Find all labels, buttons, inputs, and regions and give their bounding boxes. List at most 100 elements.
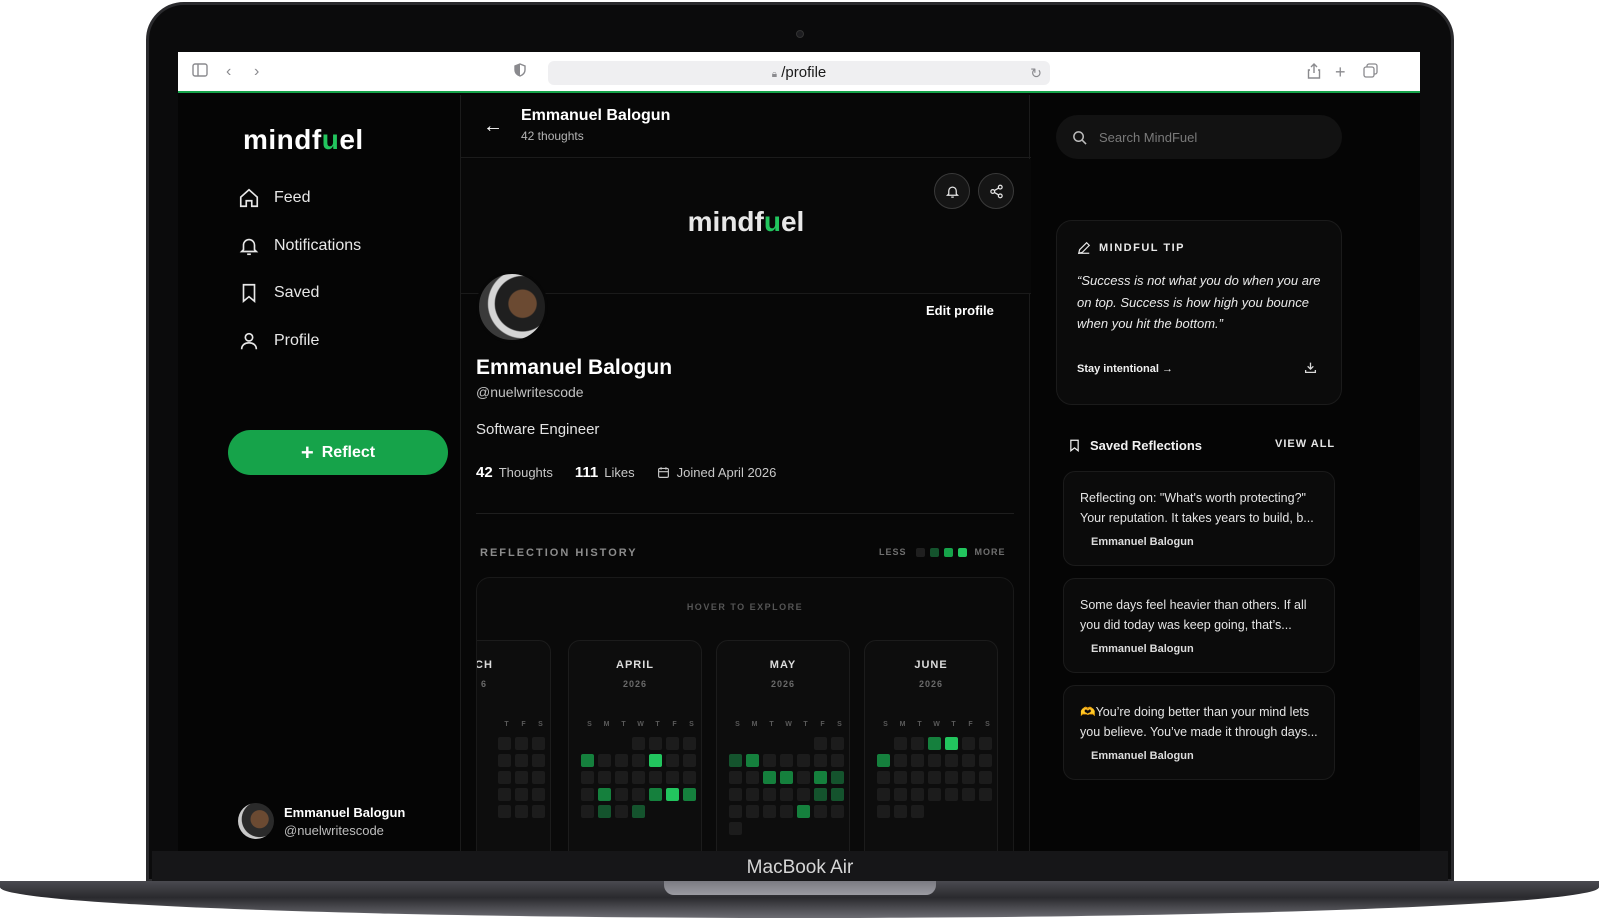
stay-intentional-link[interactable]: Stay intentional →: [1077, 363, 1173, 375]
day-cell[interactable]: [831, 737, 844, 750]
reflection-heatmap[interactable]: HOVER TO EXPLORE CH 6 T F S APRIL 2026 S M T W T F S M…: [476, 577, 1014, 852]
day-cell[interactable]: [746, 788, 759, 801]
day-cell[interactable]: [666, 754, 679, 767]
saved-reflection-card[interactable]: 🫶You’re doing better than your mind lets…: [1063, 685, 1335, 780]
sidebar-user-card[interactable]: Emmanuel Balogun @nuelwritescode: [238, 803, 405, 839]
day-cell[interactable]: [877, 788, 890, 801]
day-cell[interactable]: [780, 788, 793, 801]
view-all-button[interactable]: VIEW ALL: [1275, 438, 1335, 450]
shield-icon[interactable]: [514, 63, 526, 82]
day-cell[interactable]: [729, 805, 742, 818]
day-cell[interactable]: [945, 754, 958, 767]
day-cell[interactable]: [831, 805, 844, 818]
new-tab-icon[interactable]: +: [1335, 63, 1346, 81]
day-cell[interactable]: [763, 788, 776, 801]
day-cell[interactable]: [615, 754, 628, 767]
day-cell[interactable]: [911, 754, 924, 767]
day-cell[interactable]: [515, 737, 528, 750]
day-cell[interactable]: [797, 805, 810, 818]
day-cell[interactable]: [894, 788, 907, 801]
day-cell[interactable]: [598, 771, 611, 784]
day-cell[interactable]: [683, 771, 696, 784]
sidebar-item-feed[interactable]: Feed: [238, 182, 310, 214]
share-browser-icon[interactable]: [1307, 63, 1321, 84]
app-logo[interactable]: mindfuel: [243, 124, 364, 156]
day-cell[interactable]: [598, 805, 611, 818]
profile-avatar[interactable]: [476, 271, 548, 343]
search-input[interactable]: [1099, 129, 1319, 145]
day-cell[interactable]: [729, 771, 742, 784]
day-cell[interactable]: [877, 754, 890, 767]
day-cell[interactable]: [666, 771, 679, 784]
day-cell[interactable]: [581, 771, 594, 784]
reload-icon[interactable]: ↻: [1030, 61, 1042, 85]
reflect-button[interactable]: + Reflect: [228, 430, 448, 475]
day-cell[interactable]: [780, 771, 793, 784]
day-cell[interactable]: [746, 771, 759, 784]
day-cell[interactable]: [962, 788, 975, 801]
day-cell[interactable]: [928, 771, 941, 784]
day-cell[interactable]: [632, 754, 645, 767]
day-cell[interactable]: [729, 754, 742, 767]
day-cell[interactable]: [894, 754, 907, 767]
day-cell[interactable]: [532, 788, 545, 801]
day-cell[interactable]: [532, 737, 545, 750]
day-cell[interactable]: [498, 737, 511, 750]
day-cell[interactable]: [581, 754, 594, 767]
day-cell[interactable]: [515, 771, 528, 784]
saved-reflection-card[interactable]: Some days feel heavier than others. If a…: [1063, 578, 1335, 673]
search-box[interactable]: [1056, 115, 1342, 159]
day-cell[interactable]: [962, 754, 975, 767]
day-cell[interactable]: [515, 788, 528, 801]
thoughts-stat[interactable]: 42 Thoughts: [476, 464, 553, 481]
day-cell[interactable]: [532, 754, 545, 767]
day-cell[interactable]: [729, 788, 742, 801]
day-cell[interactable]: [928, 737, 941, 750]
day-cell[interactable]: [831, 754, 844, 767]
day-cell[interactable]: [797, 788, 810, 801]
day-cell[interactable]: [780, 805, 793, 818]
day-cell[interactable]: [814, 805, 827, 818]
day-cell[interactable]: [814, 754, 827, 767]
share-button[interactable]: [978, 173, 1014, 209]
day-cell[interactable]: [632, 805, 645, 818]
saved-reflection-card[interactable]: Reflecting on: "What's worth protecting?…: [1063, 471, 1335, 566]
day-cell[interactable]: [598, 788, 611, 801]
day-cell[interactable]: [911, 737, 924, 750]
day-cell[interactable]: [763, 771, 776, 784]
day-cell[interactable]: [894, 737, 907, 750]
day-cell[interactable]: [763, 805, 776, 818]
day-cell[interactable]: [498, 788, 511, 801]
day-cell[interactable]: [979, 737, 992, 750]
back-arrow-icon[interactable]: ←: [483, 115, 503, 138]
day-cell[interactable]: [498, 754, 511, 767]
day-cell[interactable]: [763, 754, 776, 767]
day-cell[interactable]: [581, 788, 594, 801]
day-cell[interactable]: [498, 805, 511, 818]
day-cell[interactable]: [945, 788, 958, 801]
day-cell[interactable]: [666, 737, 679, 750]
day-cell[interactable]: [532, 771, 545, 784]
day-cell[interactable]: [632, 788, 645, 801]
day-cell[interactable]: [649, 754, 662, 767]
day-cell[interactable]: [962, 737, 975, 750]
day-cell[interactable]: [683, 788, 696, 801]
tabs-overview-icon[interactable]: [1363, 63, 1378, 83]
edit-profile-button[interactable]: Edit profile: [926, 303, 994, 318]
likes-stat[interactable]: 111 Likes: [575, 464, 635, 481]
day-cell[interactable]: [532, 805, 545, 818]
day-cell[interactable]: [598, 754, 611, 767]
day-cell[interactable]: [962, 771, 975, 784]
day-cell[interactable]: [894, 805, 907, 818]
day-cell[interactable]: [615, 805, 628, 818]
day-cell[interactable]: [649, 771, 662, 784]
day-cell[interactable]: [814, 788, 827, 801]
sidebar-item-saved[interactable]: Saved: [238, 277, 319, 309]
day-cell[interactable]: [515, 805, 528, 818]
day-cell[interactable]: [615, 771, 628, 784]
download-icon[interactable]: [1304, 361, 1317, 379]
browser-back-icon[interactable]: ‹: [226, 63, 231, 81]
day-cell[interactable]: [814, 771, 827, 784]
day-cell[interactable]: [683, 737, 696, 750]
day-cell[interactable]: [498, 771, 511, 784]
